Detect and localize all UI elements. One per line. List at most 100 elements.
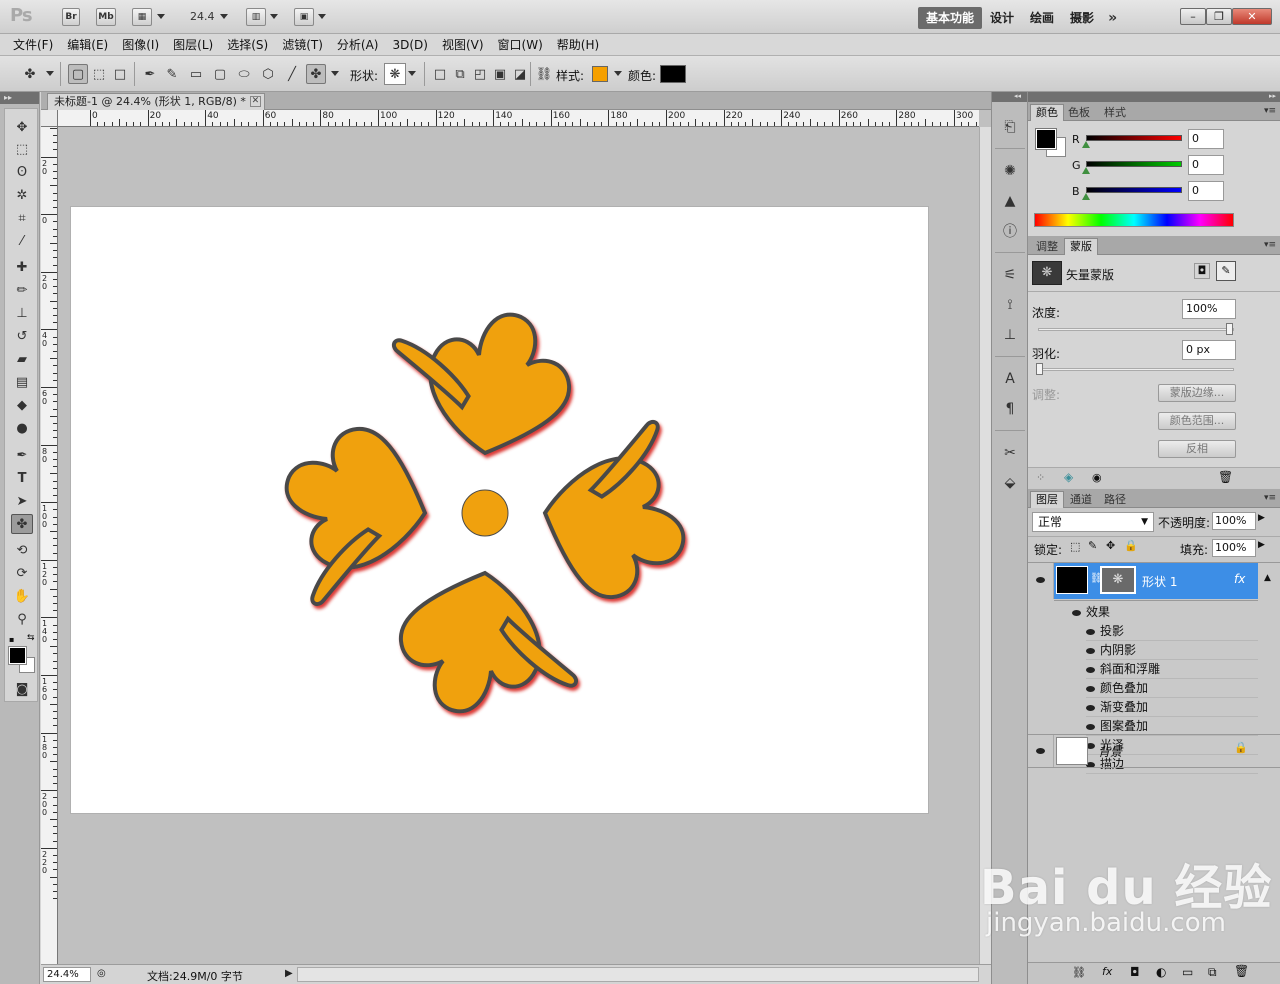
clone-stamp-tool-icon[interactable]: ⊥ xyxy=(11,303,33,323)
feather-input[interactable]: 0 px xyxy=(1182,340,1236,360)
menu-view[interactable]: 视图(V) xyxy=(435,36,491,53)
tab-paths[interactable]: 路径 xyxy=(1098,491,1132,508)
gradient-tool-icon[interactable]: ▤ xyxy=(11,372,33,392)
color-spectrum-bar[interactable] xyxy=(1034,213,1234,227)
tab-adjustments[interactable]: 调整 xyxy=(1030,238,1064,255)
pen-tool-icon[interactable]: ✒ xyxy=(11,445,33,465)
path-select-tool-icon[interactable]: ➤ xyxy=(11,491,33,511)
pixel-mask-icon[interactable]: ◘ xyxy=(1194,263,1210,279)
view-extras-dropdown-icon[interactable] xyxy=(157,14,165,19)
layer-fx-icon[interactable]: fx xyxy=(1234,572,1245,586)
subtract-shape-icon[interactable]: ◰ xyxy=(470,64,490,84)
quick-mask-icon[interactable]: ◙ xyxy=(11,679,33,699)
menu-window[interactable]: 窗口(W) xyxy=(491,36,550,53)
lock-position-icon[interactable]: ✥ xyxy=(1106,539,1115,552)
feather-slider-thumb[interactable] xyxy=(1036,363,1043,375)
invert-button[interactable]: 反相 xyxy=(1158,440,1236,458)
density-slider-thumb[interactable] xyxy=(1226,323,1233,335)
healing-brush-tool-icon[interactable]: ✚ xyxy=(11,257,33,277)
shape-layers-mode-icon[interactable]: ▢ xyxy=(68,64,88,84)
layer-background[interactable]: 背景 🔒 xyxy=(1028,734,1280,768)
menu-edit[interactable]: 编辑(E) xyxy=(60,36,115,53)
menu-image[interactable]: 图像(I) xyxy=(115,36,166,53)
vertical-scrollbar[interactable] xyxy=(979,127,991,964)
workspace-more-icon[interactable]: » xyxy=(1102,10,1123,26)
lock-image-icon[interactable]: ✎ xyxy=(1088,539,1097,552)
tab-masks[interactable]: 蒙版 xyxy=(1064,238,1098,255)
lock-all-icon[interactable]: 🔒 xyxy=(1124,539,1138,552)
zoom-tool-icon[interactable]: ⚲ xyxy=(11,609,33,629)
effect-visibility-icon[interactable] xyxy=(1086,685,1095,692)
color-range-button[interactable]: 颜色范围... xyxy=(1158,412,1236,430)
blue-slider[interactable] xyxy=(1086,187,1182,193)
ruler-origin[interactable] xyxy=(41,110,58,127)
minimize-icon[interactable]: – xyxy=(1180,8,1206,25)
close-window-icon[interactable]: ✕ xyxy=(1232,8,1272,25)
tool-presets-panel-icon[interactable]: ✂ xyxy=(999,442,1021,464)
layers-panel-menu-icon[interactable]: ▾≡ xyxy=(1264,493,1276,503)
effect-visibility-icon[interactable] xyxy=(1086,704,1095,711)
eraser-tool-icon[interactable]: ▰ xyxy=(11,349,33,369)
vector-mask-icon[interactable]: ✎ xyxy=(1216,261,1236,281)
layer-fx-expand-icon[interactable]: ▲ xyxy=(1258,563,1280,599)
workspace-painting[interactable]: 绘画 xyxy=(1022,7,1062,29)
menu-layer[interactable]: 图层(L) xyxy=(166,36,220,53)
density-slider[interactable] xyxy=(1038,328,1234,331)
menu-select[interactable]: 选择(S) xyxy=(220,36,275,53)
tab-color[interactable]: 颜色 xyxy=(1030,104,1064,121)
arrange-dropdown-icon[interactable] xyxy=(270,14,278,19)
brush-tool-icon[interactable]: ✏ xyxy=(11,280,33,300)
3d-panel-icon[interactable]: ⬙ xyxy=(999,472,1021,494)
pen-icon[interactable]: ✒ xyxy=(140,64,160,84)
view-extras-icon[interactable]: ▦ xyxy=(132,8,152,26)
flower-shape-artwork[interactable] xyxy=(71,207,928,813)
mask-edge-button[interactable]: 蒙版边缘... xyxy=(1158,384,1236,402)
load-selection-icon[interactable]: ⁘ xyxy=(1036,471,1045,484)
workspace-design[interactable]: 设计 xyxy=(982,7,1022,29)
link-layer-style-icon[interactable]: ⛓ xyxy=(534,64,554,84)
fill-input[interactable]: 100% xyxy=(1212,539,1256,557)
foreground-color-chip[interactable] xyxy=(1035,128,1057,150)
tab-layers[interactable]: 图层 xyxy=(1030,491,1064,508)
effect-row[interactable]: 斜面和浮雕 xyxy=(1086,660,1258,679)
intersect-shape-icon[interactable]: ▣ xyxy=(490,64,510,84)
blend-mode-select[interactable]: 正常 ▼ xyxy=(1032,512,1154,532)
new-group-icon[interactable]: ▭ xyxy=(1182,965,1193,979)
add-layer-style-icon[interactable]: fx xyxy=(1102,965,1112,978)
mini-bridge-button[interactable]: Mb xyxy=(96,8,116,26)
add-mask-icon[interactable]: ◘ xyxy=(1130,965,1140,979)
history-brush-tool-icon[interactable]: ↺ xyxy=(11,326,33,346)
effect-row[interactable]: 颜色叠加 xyxy=(1086,679,1258,698)
zoom-level-field[interactable]: 24.4 xyxy=(190,10,215,23)
bridge-button[interactable]: Br xyxy=(62,8,80,26)
geometry-options-dropdown-icon[interactable] xyxy=(331,71,339,76)
layer-background-visibility-icon[interactable] xyxy=(1036,748,1045,754)
tools-collapse-icon[interactable]: ▸▸ xyxy=(0,92,39,104)
menu-analysis[interactable]: 分析(A) xyxy=(330,36,386,53)
close-document-icon[interactable]: ✕ xyxy=(249,96,261,107)
zoom-dropdown-icon[interactable] xyxy=(220,14,228,19)
green-slider-thumb[interactable] xyxy=(1082,167,1090,174)
horizontal-ruler[interactable]: 0 20 40 60 80 100 120 140 160 180 200 220 240 260 280 3… xyxy=(58,110,979,127)
fill-slider-icon[interactable]: ▶ xyxy=(1258,540,1265,550)
history-panel-icon[interactable]: ⎗ xyxy=(999,116,1021,138)
blue-slider-thumb[interactable] xyxy=(1082,193,1090,200)
effects-visibility-icon[interactable] xyxy=(1072,609,1081,616)
red-slider[interactable] xyxy=(1086,135,1182,141)
tab-swatches[interactable]: 色板 xyxy=(1062,104,1096,121)
menu-file[interactable]: 文件(F) xyxy=(6,36,60,53)
canvas[interactable] xyxy=(71,207,928,813)
move-tool-icon[interactable]: ✥ xyxy=(11,117,33,137)
polygon-icon[interactable]: ⬡ xyxy=(258,64,278,84)
green-slider[interactable] xyxy=(1086,161,1182,167)
new-shape-layer-icon[interactable]: □ xyxy=(430,64,450,84)
red-slider-thumb[interactable] xyxy=(1082,141,1090,148)
color-panel-menu-icon[interactable]: ▾≡ xyxy=(1264,106,1276,116)
screen-mode-icon[interactable]: ▣ xyxy=(294,8,314,26)
blur-tool-icon[interactable]: ◆ xyxy=(11,395,33,415)
rectangle-icon[interactable]: ▭ xyxy=(186,64,206,84)
feather-slider[interactable] xyxy=(1038,368,1234,371)
paths-mode-icon[interactable]: ⬚ xyxy=(89,64,109,84)
dodge-tool-icon[interactable]: ● xyxy=(11,418,33,438)
3d-orbit-tool-icon[interactable]: ⟳ xyxy=(11,563,33,583)
